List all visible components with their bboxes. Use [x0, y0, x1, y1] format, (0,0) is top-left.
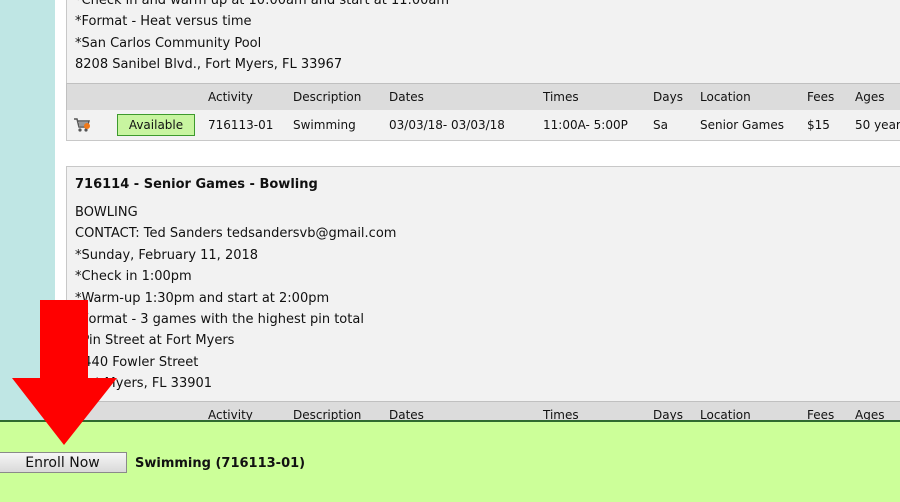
activity-description-card: 716114 - Senior Games - Bowling BOWLING … [66, 166, 900, 408]
activity-description: BOWLING CONTACT: Ted Sanders tedsandersv… [75, 202, 396, 395]
col-fees: Fees [807, 90, 835, 104]
description-line: *San Carlos Community Pool [75, 35, 262, 51]
row-activity: 716113-01 [208, 118, 274, 132]
description-line: CONTACT: Ted Sanders tedsandersvb@gmail.… [75, 226, 397, 242]
description-line: *Pin Street at Fort Myers [75, 333, 235, 349]
table-row: Available 716113-01 Swimming 03/03/18- 0… [66, 110, 900, 141]
description-line: 8208 Sanibel Blvd., Fort Myers, FL 33967 [75, 57, 343, 73]
activity-table-header: Activity Description Dates Times Days Lo… [66, 83, 900, 111]
activity-title-wrap: 716114 - Senior Games - Bowling [75, 174, 318, 195]
row-description: Swimming [293, 118, 356, 132]
description-line: *Format - Heat versus time [75, 14, 252, 30]
description-line: *Check in and warm up at 10:00am and sta… [75, 0, 450, 8]
shopping-cart-icon[interactable] [73, 117, 91, 133]
row-days: Sa [653, 118, 668, 132]
activity-title: 716114 - Senior Games - Bowling [75, 177, 318, 192]
col-days: Days [653, 90, 683, 104]
description-line: 2440 Fowler Street [75, 354, 199, 370]
row-ages: 50 years [855, 118, 900, 132]
col-activity: Activity [208, 90, 253, 104]
description-line: *Format - 3 games with the highest pin t… [75, 312, 364, 328]
col-location: Location [700, 90, 751, 104]
row-fees: $15 [807, 118, 830, 132]
description-line: *Warm-up 1:30pm and start at 2:00pm [75, 290, 330, 306]
description-line: Fort Myers, FL 33901 [75, 376, 213, 392]
enroll-bar: Enroll Now Swimming (716113-01) [0, 420, 900, 502]
row-dates: 03/03/18- 03/03/18 [389, 118, 505, 132]
row-times: 11:00A- 5:00P [543, 118, 628, 132]
description-line: BOWLING [75, 205, 138, 220]
col-ages: Ages [855, 90, 885, 104]
enroll-now-button[interactable]: Enroll Now [0, 452, 127, 473]
selected-activity-label: Swimming (716113-01) [135, 456, 306, 471]
row-location: Senior Games [700, 118, 785, 132]
red-down-arrow-icon [12, 300, 117, 445]
activity-description: *Check in and warm up at 10:00am and sta… [75, 0, 449, 76]
description-line: *Sunday, February 11, 2018 [75, 247, 259, 263]
activity-description-card: *Check in and warm up at 10:00am and sta… [66, 0, 900, 87]
description-line: *Check in 1:00pm [75, 269, 192, 285]
status-badge[interactable]: Available [117, 114, 195, 136]
col-times: Times [543, 90, 579, 104]
col-description: Description [293, 90, 362, 104]
col-dates: Dates [389, 90, 424, 104]
